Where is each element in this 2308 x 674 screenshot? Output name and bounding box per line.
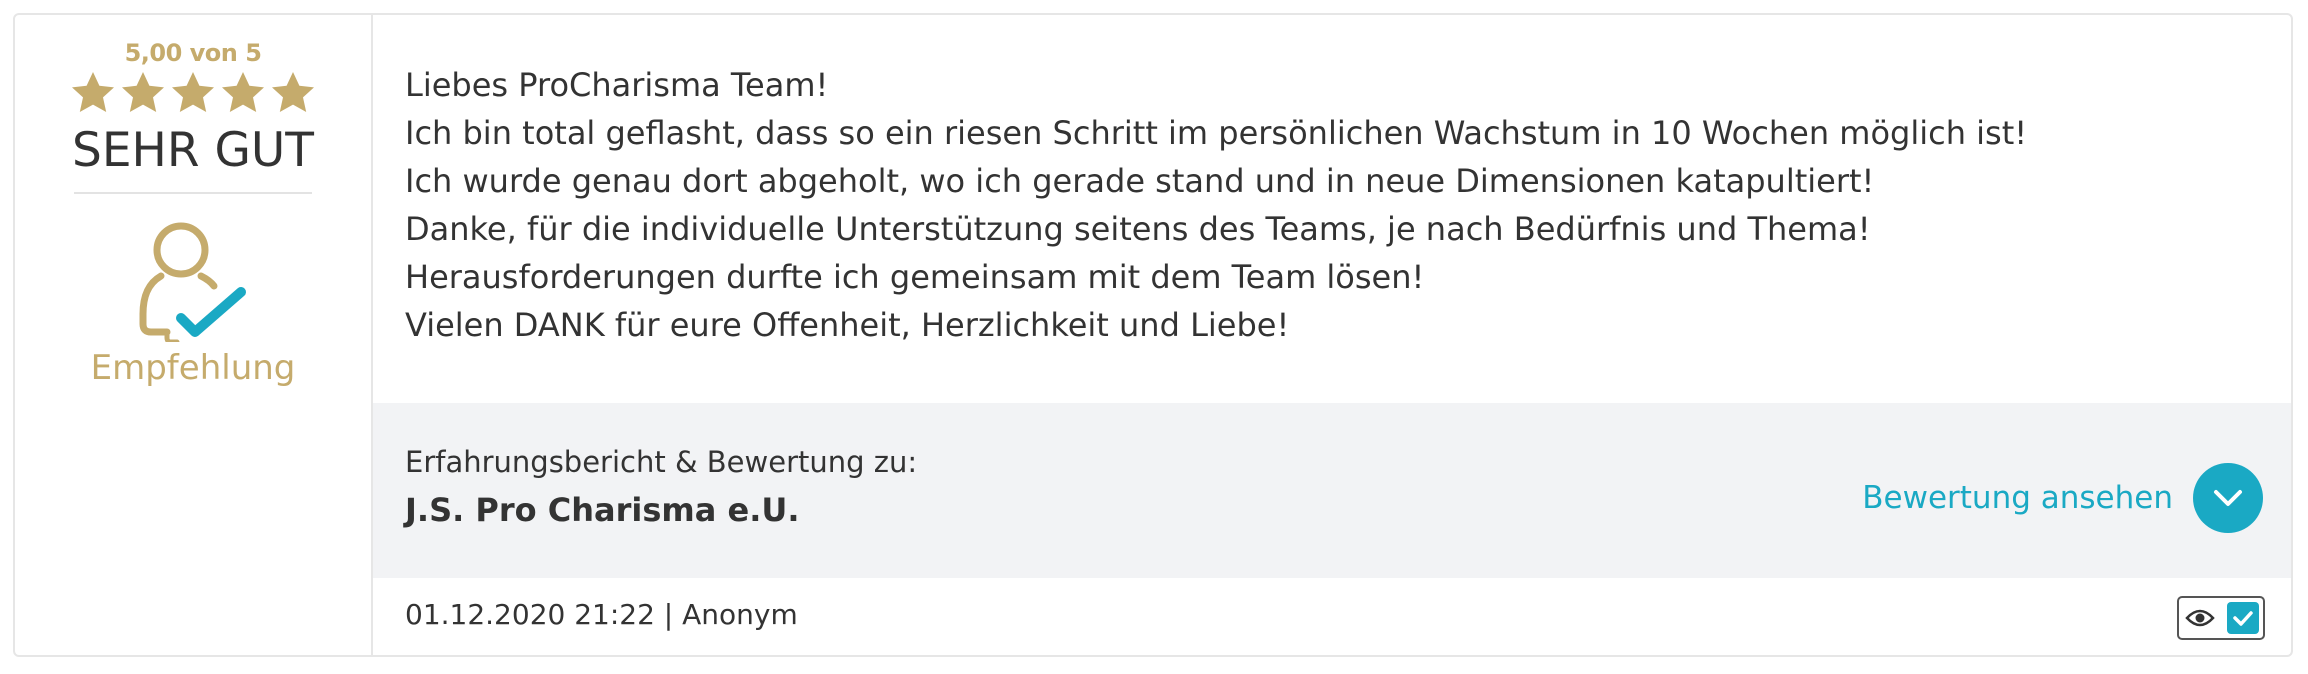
eye-icon [2185,609,2215,626]
view-review-link[interactable]: Bewertung ansehen [1862,462,2263,533]
user-check-icon [139,222,246,342]
meta-bar: 01.12.2020 21:22 | Anonym [373,578,2291,655]
star-icon [172,72,214,112]
review-line: Danke, für die individuelle Unterstützun… [405,210,1871,248]
recommendation-label: Empfehlung [90,348,296,388]
chevron-down-icon [2214,489,2242,506]
star-icon [222,72,264,112]
company-bar: Erfahrungsbericht & Bewertung zu: J.S. P… [373,402,2291,578]
star-icon [272,72,314,112]
view-review-label[interactable]: Bewertung ansehen [1862,480,2173,516]
check-badge [2227,601,2259,634]
rating-word: SEHR GUT [72,123,314,178]
review-line: Ich bin total geflasht, dass so ein ries… [405,114,2028,152]
review-date-author: 01.12.2020 21:22 | Anonym [405,597,798,631]
view-review-button[interactable] [2193,462,2263,533]
star-rating [69,69,317,117]
check-icon [2233,610,2253,626]
star-icon [122,72,164,112]
review-line: Ich wurde genau dort abgeholt, wo ich ge… [405,162,1875,200]
verification-status[interactable] [2177,595,2265,640]
divider [74,192,312,194]
review-line: Vielen DANK für eure Offenheit, Herzlich… [405,306,1290,344]
rating-panel: 5,00 von 5 SEHR GUT Empfehlung [15,15,373,655]
review-text: Liebes ProCharisma Team! Ich bin total g… [373,15,2291,403]
review-line: Liebes ProCharisma Team! [405,66,829,104]
star-icon [72,72,114,112]
rating-score: 5,00 von 5 [124,39,262,67]
review-content: Liebes ProCharisma Team! Ich bin total g… [373,15,2291,655]
review-card: 5,00 von 5 SEHR GUT Empfehlung Liebes Pr… [13,13,2293,657]
review-line: Herausforderungen durfte ich gemeinsam m… [405,258,1425,296]
